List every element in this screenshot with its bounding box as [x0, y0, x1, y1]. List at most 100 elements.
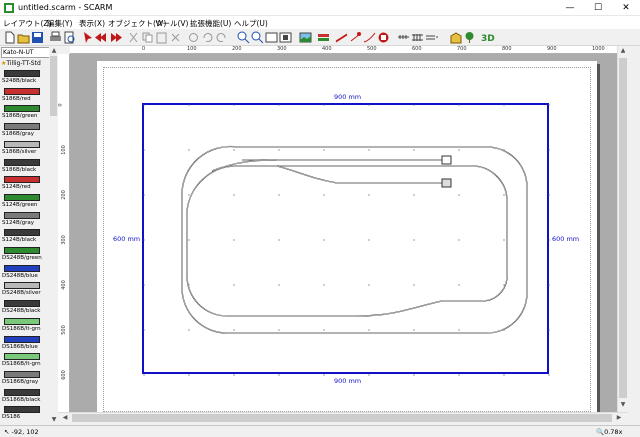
tree-icon[interactable] [463, 31, 476, 44]
grid-dot [188, 149, 190, 151]
track-prev-icon[interactable] [95, 31, 108, 44]
palette-item-label: S124B/black [2, 237, 37, 244]
copy-icon[interactable] [141, 31, 154, 44]
buffer-stop-icon[interactable] [441, 178, 452, 188]
siding-track-2[interactable] [276, 165, 442, 184]
palette-item[interactable]: DS186B/black [0, 388, 48, 406]
ruler-left: 0 100 200 300 400 500 600 [58, 54, 70, 412]
track-next-icon[interactable] [109, 31, 122, 44]
status-bar: ↖ -92, 102 🔍0.78x [0, 425, 640, 437]
paste-icon[interactable] [155, 31, 168, 44]
track-swatch [4, 140, 40, 148]
building-icon[interactable] [449, 31, 462, 44]
palette-item[interactable]: S186B/black [0, 158, 48, 176]
scroll-down-icon[interactable]: ▼ [618, 400, 628, 410]
zoom-in-icon[interactable] [237, 31, 250, 44]
zoom-fit-icon[interactable] [279, 31, 292, 44]
palette-item[interactable]: S124B/gray [0, 211, 48, 229]
select-arrow-icon[interactable] [81, 31, 94, 44]
palette-item[interactable]: S124B/green [0, 193, 48, 211]
palette-item[interactable]: DS186 [0, 406, 48, 423]
new-file-icon[interactable] [3, 31, 16, 44]
palette-item[interactable]: DS248B/blue [0, 264, 48, 282]
track-tool-icon[interactable] [335, 31, 348, 44]
palette-scrollbar[interactable]: ▲ ▼ [49, 46, 58, 425]
undo-icon[interactable] [201, 31, 214, 44]
palette-item[interactable]: S186B/gray [0, 123, 48, 140]
palette-item-label: DS186B/black [2, 396, 41, 403]
cut-icon[interactable] [127, 31, 140, 44]
close-button[interactable]: ✕ [612, 0, 640, 16]
height-tool-icon[interactable] [349, 31, 362, 44]
palette-item[interactable]: S186B/silver [0, 140, 48, 158]
vertical-scroll-thumb[interactable] [619, 58, 627, 398]
minimize-button[interactable]: — [556, 0, 584, 16]
palette-item[interactable]: S124B/black [0, 229, 48, 246]
menu-tools[interactable]: ツール(V) [155, 18, 188, 29]
palette-item[interactable]: DS248B/green [0, 247, 48, 264]
maximize-button[interactable]: ☐ [584, 0, 612, 16]
palette-item[interactable]: DS186B/lt-grn [0, 317, 48, 335]
palette-item[interactable]: S124B/red [0, 176, 48, 193]
delete-icon[interactable] [169, 31, 182, 44]
menu-layout[interactable]: レイアウト(Z) [3, 18, 52, 29]
layout-canvas[interactable]: 900 mm 900 mm 600 mm 600 mm [70, 54, 617, 412]
palette-item[interactable]: S186B/red [0, 87, 48, 105]
palette-item[interactable]: DS186B/lt-grn [0, 353, 48, 370]
palette-item-label: DS248B/black [2, 308, 41, 315]
grid-dot [233, 239, 235, 241]
open-file-icon[interactable] [17, 31, 30, 44]
palette-item[interactable]: S248B/black [0, 70, 48, 87]
layers-icon[interactable] [317, 31, 330, 44]
title-bar: untitled.scarm - SCARM — ☐ ✕ [0, 0, 640, 16]
flex-track-icon[interactable] [363, 31, 376, 44]
palette-item[interactable]: DS248B/silver [0, 282, 48, 299]
scroll-right-icon[interactable]: ▶ [614, 413, 624, 423]
menu-view[interactable]: 表示(X) [79, 18, 105, 29]
grid-dot [188, 194, 190, 196]
ruler-tick-label: 800 [502, 46, 512, 52]
menu-edit[interactable]: 編集(Y) [47, 18, 72, 29]
vertical-scrollbar[interactable]: ▲ ▼ [617, 46, 628, 412]
track-group-label: Tillig-TT-Std [6, 60, 41, 67]
grid-dot [503, 329, 505, 331]
print-icon[interactable] [49, 31, 62, 44]
grid-dot [413, 284, 415, 286]
scroll-up-icon[interactable]: ▲ [618, 46, 628, 56]
palette-scroll-thumb[interactable] [50, 56, 57, 116]
ruler-tick-label: 400 [60, 280, 67, 290]
redo-icon[interactable] [215, 31, 228, 44]
palette-item[interactable]: S186B/green [0, 105, 48, 122]
grid-dot [368, 329, 370, 331]
track-ruler-icon[interactable] [397, 31, 410, 44]
rail-icon[interactable] [411, 31, 424, 44]
palette-item-label: DS248B/silver [2, 290, 41, 297]
track-swatch [4, 123, 40, 131]
horizontal-scrollbar[interactable]: ◀ ▶ [58, 412, 628, 423]
grid-dot [548, 239, 550, 241]
inner-loop-track[interactable] [186, 165, 508, 317]
grid-dot [143, 329, 145, 331]
menu-extensions[interactable]: 拡張機能(U) [190, 18, 231, 29]
ruler-tick-label: 300 [60, 235, 67, 245]
ruler-tick-label: 0 [142, 46, 146, 52]
zoom-level-value: 0.78x [604, 428, 623, 436]
rail-options-icon[interactable] [425, 31, 438, 44]
buffer-stop-icon[interactable] [441, 155, 452, 165]
palette-item[interactable]: DS186B/blue [0, 335, 48, 353]
stop-icon[interactable] [377, 31, 390, 44]
zoom-out-icon[interactable] [251, 31, 264, 44]
scroll-left-icon[interactable]: ◀ [60, 413, 70, 423]
horizontal-scroll-thumb[interactable] [72, 414, 612, 422]
palette-item[interactable]: DS186B/gray [0, 370, 48, 388]
palette-item[interactable]: DS248B/black [0, 300, 48, 317]
3d-text-icon[interactable]: 3D [481, 31, 495, 44]
track-plan[interactable] [97, 61, 597, 412]
3d-view-icon[interactable] [299, 31, 312, 44]
menu-help[interactable]: ヘルプ(U) [234, 18, 268, 29]
save-icon[interactable] [31, 31, 44, 44]
zoom-window-icon[interactable] [265, 31, 278, 44]
rotate-icon[interactable] [187, 31, 200, 44]
track-swatch [4, 300, 40, 308]
print-preview-icon[interactable] [63, 31, 76, 44]
